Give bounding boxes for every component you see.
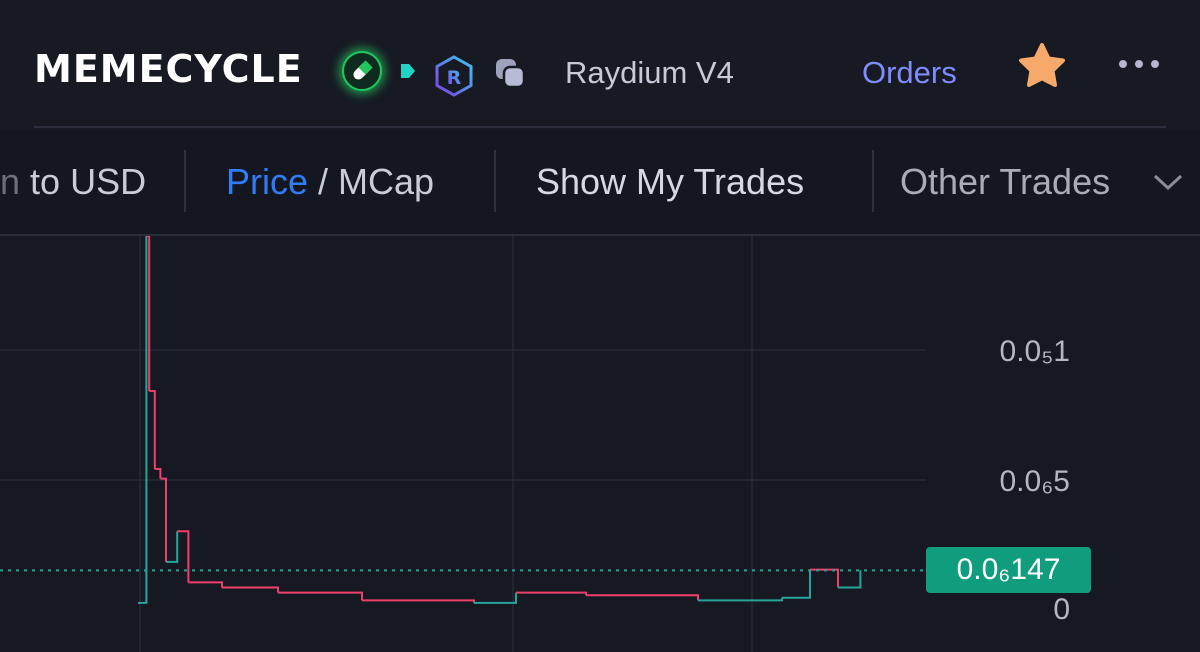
toolbar-separator xyxy=(494,150,496,212)
price-candle xyxy=(166,531,179,563)
more-icon[interactable] xyxy=(1116,56,1162,72)
price-candle xyxy=(222,586,279,593)
star-icon[interactable] xyxy=(1016,40,1068,92)
y-axis-tick-label: 0 xyxy=(1053,593,1070,626)
toolbar-separator xyxy=(184,150,186,212)
price-candle xyxy=(154,468,162,479)
price-candle xyxy=(810,568,839,588)
current-price-badge: 0.0₆147 xyxy=(926,547,1091,594)
price-candle xyxy=(188,581,223,588)
price-chart[interactable]: 0.0₅1 0.0₆5 0 0.0₆147 xyxy=(0,236,1200,652)
price-candle xyxy=(474,592,517,604)
y-axis-tick-label: 0.0₆5 xyxy=(999,465,1071,498)
price-candle xyxy=(586,594,699,601)
price-candle xyxy=(838,570,862,589)
show-my-trades-toggle[interactable]: Show My Trades xyxy=(536,160,804,204)
price-mcap-separator: / xyxy=(308,161,339,202)
other-trades-dropdown[interactable]: Other Trades xyxy=(900,160,1110,204)
toggle-usd-label: to USD xyxy=(30,161,147,202)
toolbar-separator xyxy=(872,150,874,212)
price-candle xyxy=(160,477,167,562)
chevron-down-icon[interactable] xyxy=(1152,172,1184,192)
price-candle xyxy=(516,591,587,596)
price-candle xyxy=(278,591,363,601)
price-candle xyxy=(698,597,783,602)
orders-link[interactable]: Orders xyxy=(862,53,957,93)
svg-text:R: R xyxy=(447,67,462,89)
dex-label[interactable]: Raydium V4 xyxy=(565,53,734,93)
pill-icon[interactable] xyxy=(342,51,382,91)
token-title: MEMECYCLE xyxy=(34,47,303,91)
mcap-option[interactable]: MCap xyxy=(338,161,434,202)
toggle-usd-prefix: n xyxy=(0,161,21,202)
y-axis-tick-label: 0.0₅1 xyxy=(999,335,1070,368)
top-header: MEMECYCLE R Raydium V4 Orders xyxy=(0,0,1200,128)
raydium-icon[interactable]: R xyxy=(432,54,476,98)
copy-icon[interactable] xyxy=(492,55,528,91)
header-divider xyxy=(34,126,1166,128)
toggle-usd[interactable]: n to USD xyxy=(0,160,146,204)
price-candle xyxy=(149,390,156,470)
price-candle xyxy=(177,530,190,583)
price-candle xyxy=(362,599,475,603)
price-mcap-toggle[interactable]: Price / MCap xyxy=(226,160,434,204)
chart-toolbar: n to USD Price / MCap Show My Trades Oth… xyxy=(0,130,1200,236)
price-option[interactable]: Price xyxy=(226,161,308,202)
tag-icon[interactable] xyxy=(399,62,417,80)
price-candle xyxy=(782,569,811,599)
